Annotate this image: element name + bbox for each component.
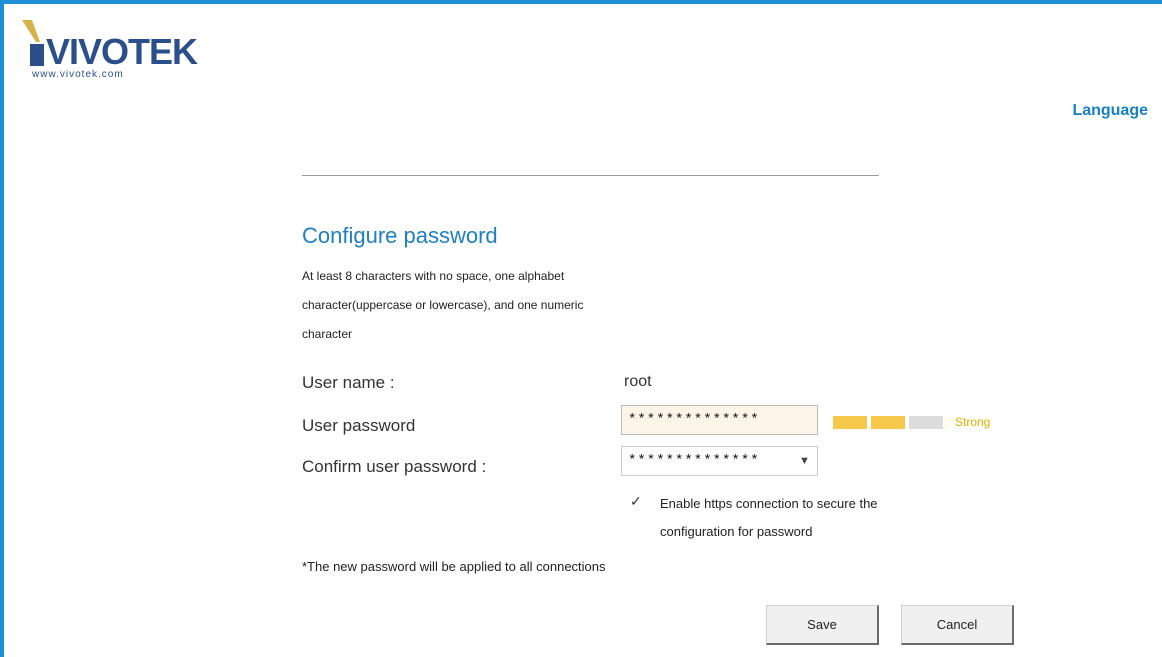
page-frame: VIVOTEK www.vivotek.com Language Configu… xyxy=(0,0,1162,657)
https-checkbox-label: Enable https connection to secure the co… xyxy=(660,490,980,546)
confirm-password-label: Confirm user password : xyxy=(302,457,487,476)
password-rule-line: At least 8 characters with no space, one… xyxy=(302,269,565,283)
password-note: *The new password will be applied to all… xyxy=(302,559,606,574)
cancel-button[interactable]: Cancel xyxy=(901,605,1014,645)
username-value: root xyxy=(624,373,652,390)
vivotek-logo: VIVOTEK www.vivotek.com xyxy=(22,20,199,80)
chevron-down-icon[interactable]: ▼ xyxy=(799,455,810,467)
logo-url: www.vivotek.com xyxy=(31,69,124,80)
page-title: Configure password xyxy=(302,223,498,248)
password-rule-line: character xyxy=(302,327,353,341)
strength-label: Strong xyxy=(955,415,991,429)
language-link[interactable]: Language xyxy=(1072,102,1148,120)
password-strength-meter: Strong xyxy=(833,415,990,429)
password-rule-line: character(uppercase or lowercase), and o… xyxy=(302,298,584,312)
password-input[interactable] xyxy=(621,405,818,435)
username-label: User name : xyxy=(302,373,395,392)
header-divider xyxy=(302,175,879,176)
password-rules: At least 8 characters with no space, one… xyxy=(302,262,722,349)
https-checkbox[interactable]: ✓ xyxy=(630,493,642,510)
confirm-password-input[interactable] xyxy=(621,446,818,476)
https-label-line: configuration for password xyxy=(660,524,813,539)
https-label-line: Enable https connection to secure the xyxy=(660,496,878,511)
strength-bar-filled xyxy=(833,415,867,429)
logo-wordmark: VIVOTEK xyxy=(46,31,198,72)
strength-bar-empty xyxy=(909,415,943,429)
strength-bar-filled xyxy=(871,415,905,429)
password-label: User password xyxy=(302,416,416,435)
save-button[interactable]: Save xyxy=(766,605,879,645)
